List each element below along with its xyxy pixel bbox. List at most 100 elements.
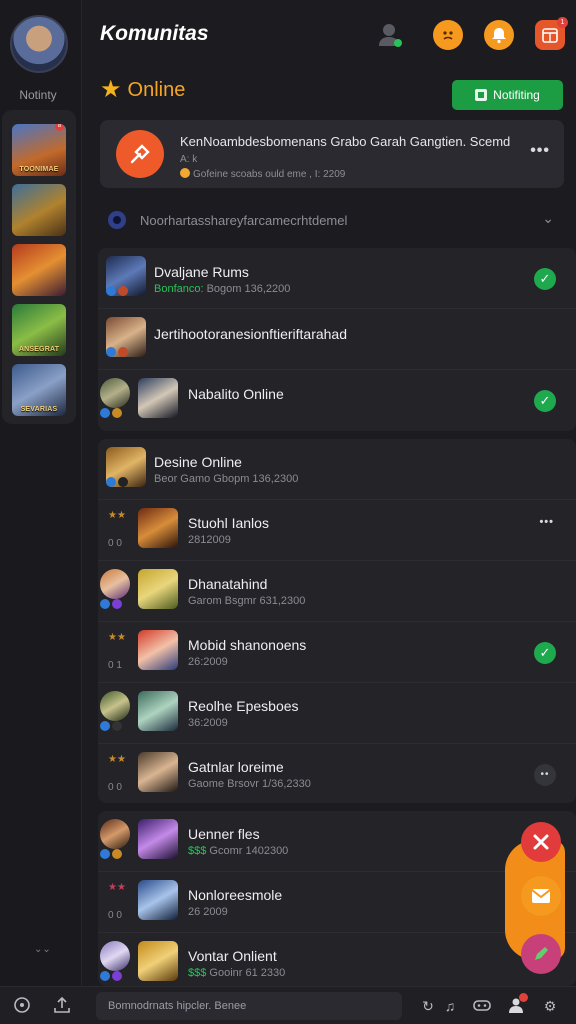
featured-meta: A: k [180, 154, 198, 165]
game-badge: 8 [55, 124, 64, 131]
mail-fab-icon[interactable] [521, 876, 561, 916]
small-avatar [100, 569, 130, 599]
online-heading: ★ Online [100, 78, 185, 102]
list-item[interactable]: Jertihootoranesionftieriftarahad [98, 309, 576, 370]
list-item[interactable]: Dvaljane Rums Bonfanco: Bogom 136,2200 ✓ [98, 248, 576, 309]
friend-status: 2812009 [188, 534, 231, 546]
rail-collapse-icon[interactable]: ⌄⌄ [34, 944, 51, 955]
notify-button[interactable]: Notifiting [452, 80, 563, 110]
more-options-icon[interactable]: ••• [530, 142, 550, 160]
list-item[interactable]: Uenner fles $$$ Gcomr 1402300 [98, 811, 576, 872]
avatar [138, 378, 178, 418]
friend-name: Jertihootoranesionftieriftarahad [154, 326, 348, 342]
close-fab-icon[interactable] [521, 822, 561, 862]
edit-fab-icon[interactable] [521, 934, 561, 974]
rank-star-icon: ★★ [108, 632, 126, 643]
friend-name: Vontar Onlient [188, 948, 277, 964]
game-tile-1[interactable]: TOONIMAE 8 [12, 124, 66, 176]
message-input[interactable] [96, 992, 402, 1020]
friend-name: Dvaljane Rums [154, 264, 249, 280]
friends-icon[interactable] [506, 993, 528, 1016]
friend-name: Desine Online [154, 454, 242, 470]
friend-name: Dhanatahind [188, 576, 268, 592]
friend-name: Stuohl Ianlos [188, 515, 269, 531]
list-item[interactable]: Vontar Onlient $$$ Gooinr 61 2330 [98, 933, 576, 986]
chat-icon[interactable] [12, 996, 32, 1016]
small-avatar [100, 819, 130, 849]
featured-status: Gofeine scoabs ould eme , I: 2209 [180, 168, 345, 180]
avatar [138, 691, 178, 731]
online-label: Online [127, 78, 186, 101]
list-item[interactable]: ★★ 0 0 Gatnlar loreime Gaome Brsovr 1/36… [98, 744, 576, 805]
platform-badges [100, 971, 122, 981]
notification-bell-icon[interactable] [484, 20, 514, 50]
rank-star-icon: ★★ [108, 510, 126, 521]
settings-icon[interactable]: ⚙ [540, 996, 560, 1016]
platform-badges [106, 286, 128, 296]
online-check-icon: ✓ [534, 390, 556, 412]
featured-game-icon [116, 130, 164, 178]
list-item[interactable]: ★★ 0 1 Mobid shanonoens 26:2009 ✓ [98, 622, 576, 683]
sound-icon[interactable]: ♫ [440, 996, 460, 1016]
small-avatar [100, 378, 130, 408]
game-tile-2[interactable] [12, 184, 66, 236]
small-avatar [100, 691, 130, 721]
list-item[interactable]: Reolhe Epesboes 36:2009 [98, 683, 576, 744]
list-item[interactable]: Desine Online Beor Gamo Gbopm 136,2300 [98, 439, 576, 500]
item-counter: 0 1 [108, 660, 122, 671]
friend-name: Reolhe Epesboes [188, 698, 299, 714]
friend-status: 36:2009 [188, 717, 228, 729]
item-counter: 0 0 [108, 910, 122, 921]
avatar [138, 941, 178, 981]
rank-star-icon: ★★ [108, 882, 126, 893]
user-avatar[interactable] [10, 15, 68, 73]
online-check-icon: ✓ [534, 642, 556, 664]
notify-label: Notifiting [493, 88, 540, 102]
friend-group-1: Dvaljane Rums Bonfanco: Bogom 136,2200 ✓… [98, 248, 576, 431]
list-item[interactable]: Nabalito Online ✓ [98, 370, 576, 431]
section-header[interactable]: Noorhartasshareyfarcamecrhtdemel ⌄ [100, 206, 564, 234]
platform-badges [100, 408, 122, 418]
avatar [138, 508, 178, 548]
app-root: Notinty TOONIMAE 8 ANSEGRAT SEVARIAS ⌄⌄ … [0, 0, 576, 1024]
list-item[interactable]: ★★ 0 0 Stuohl Ianlos 2812009 ••• [98, 500, 576, 561]
game-tile-3[interactable] [12, 244, 66, 296]
emoji-icon[interactable] [433, 20, 463, 50]
upload-icon[interactable] [52, 996, 72, 1016]
friend-status: 26:2009 [188, 656, 228, 668]
game-list: TOONIMAE 8 ANSEGRAT SEVARIAS [2, 110, 76, 424]
platform-badges [100, 721, 122, 731]
avatar [138, 819, 178, 859]
left-rail: Notinty TOONIMAE 8 ANSEGRAT SEVARIAS ⌄⌄ [0, 0, 82, 990]
friend-name: Nonloreesmole [188, 887, 283, 903]
friend-status: Gaome Brsovr 1/36,2330 [188, 778, 311, 790]
calendar-icon[interactable]: 1 [535, 17, 568, 50]
section-title: Noorhartasshareyfarcamecrhtdemel [140, 213, 348, 228]
platform-badges [106, 477, 128, 487]
more-options-icon[interactable]: ••• [539, 516, 554, 528]
platform-badges [100, 599, 122, 609]
calendar-badge: 1 [557, 17, 568, 28]
refresh-icon[interactable]: ↻ [418, 996, 438, 1016]
chevron-down-icon[interactable]: ⌄ [542, 210, 554, 227]
rail-username: Notinty [19, 88, 57, 102]
friend-status-icon[interactable] [376, 20, 406, 50]
friend-name: Nabalito Online [188, 386, 284, 402]
small-avatar [100, 941, 130, 971]
game-tile-5[interactable]: SEVARIAS [12, 364, 66, 416]
game-tile-4[interactable]: ANSEGRAT [12, 304, 66, 356]
avatar [138, 630, 178, 670]
friend-status: $$$ Gooinr 61 2330 [188, 967, 286, 979]
friends-badge [519, 993, 528, 1002]
game-controller-icon[interactable] [472, 996, 492, 1016]
friend-status: Bonfanco: Bogom 136,2200 [154, 283, 291, 295]
friend-status: Garom Bsgmr 631,2300 [188, 595, 306, 607]
more-options-icon[interactable]: •• [534, 764, 556, 786]
avatar [138, 880, 178, 920]
friend-group-2: Desine Online Beor Gamo Gbopm 136,2300 ★… [98, 439, 576, 803]
list-item[interactable]: Dhanatahind Garom Bsgmr 631,2300 [98, 561, 576, 622]
featured-card[interactable]: KenNoambdesbomenans Grabo Garah Gangtien… [100, 120, 564, 188]
friend-name: Mobid shanonoens [188, 637, 307, 653]
status-dot-icon [180, 168, 190, 178]
item-counter: 0 0 [108, 538, 122, 549]
